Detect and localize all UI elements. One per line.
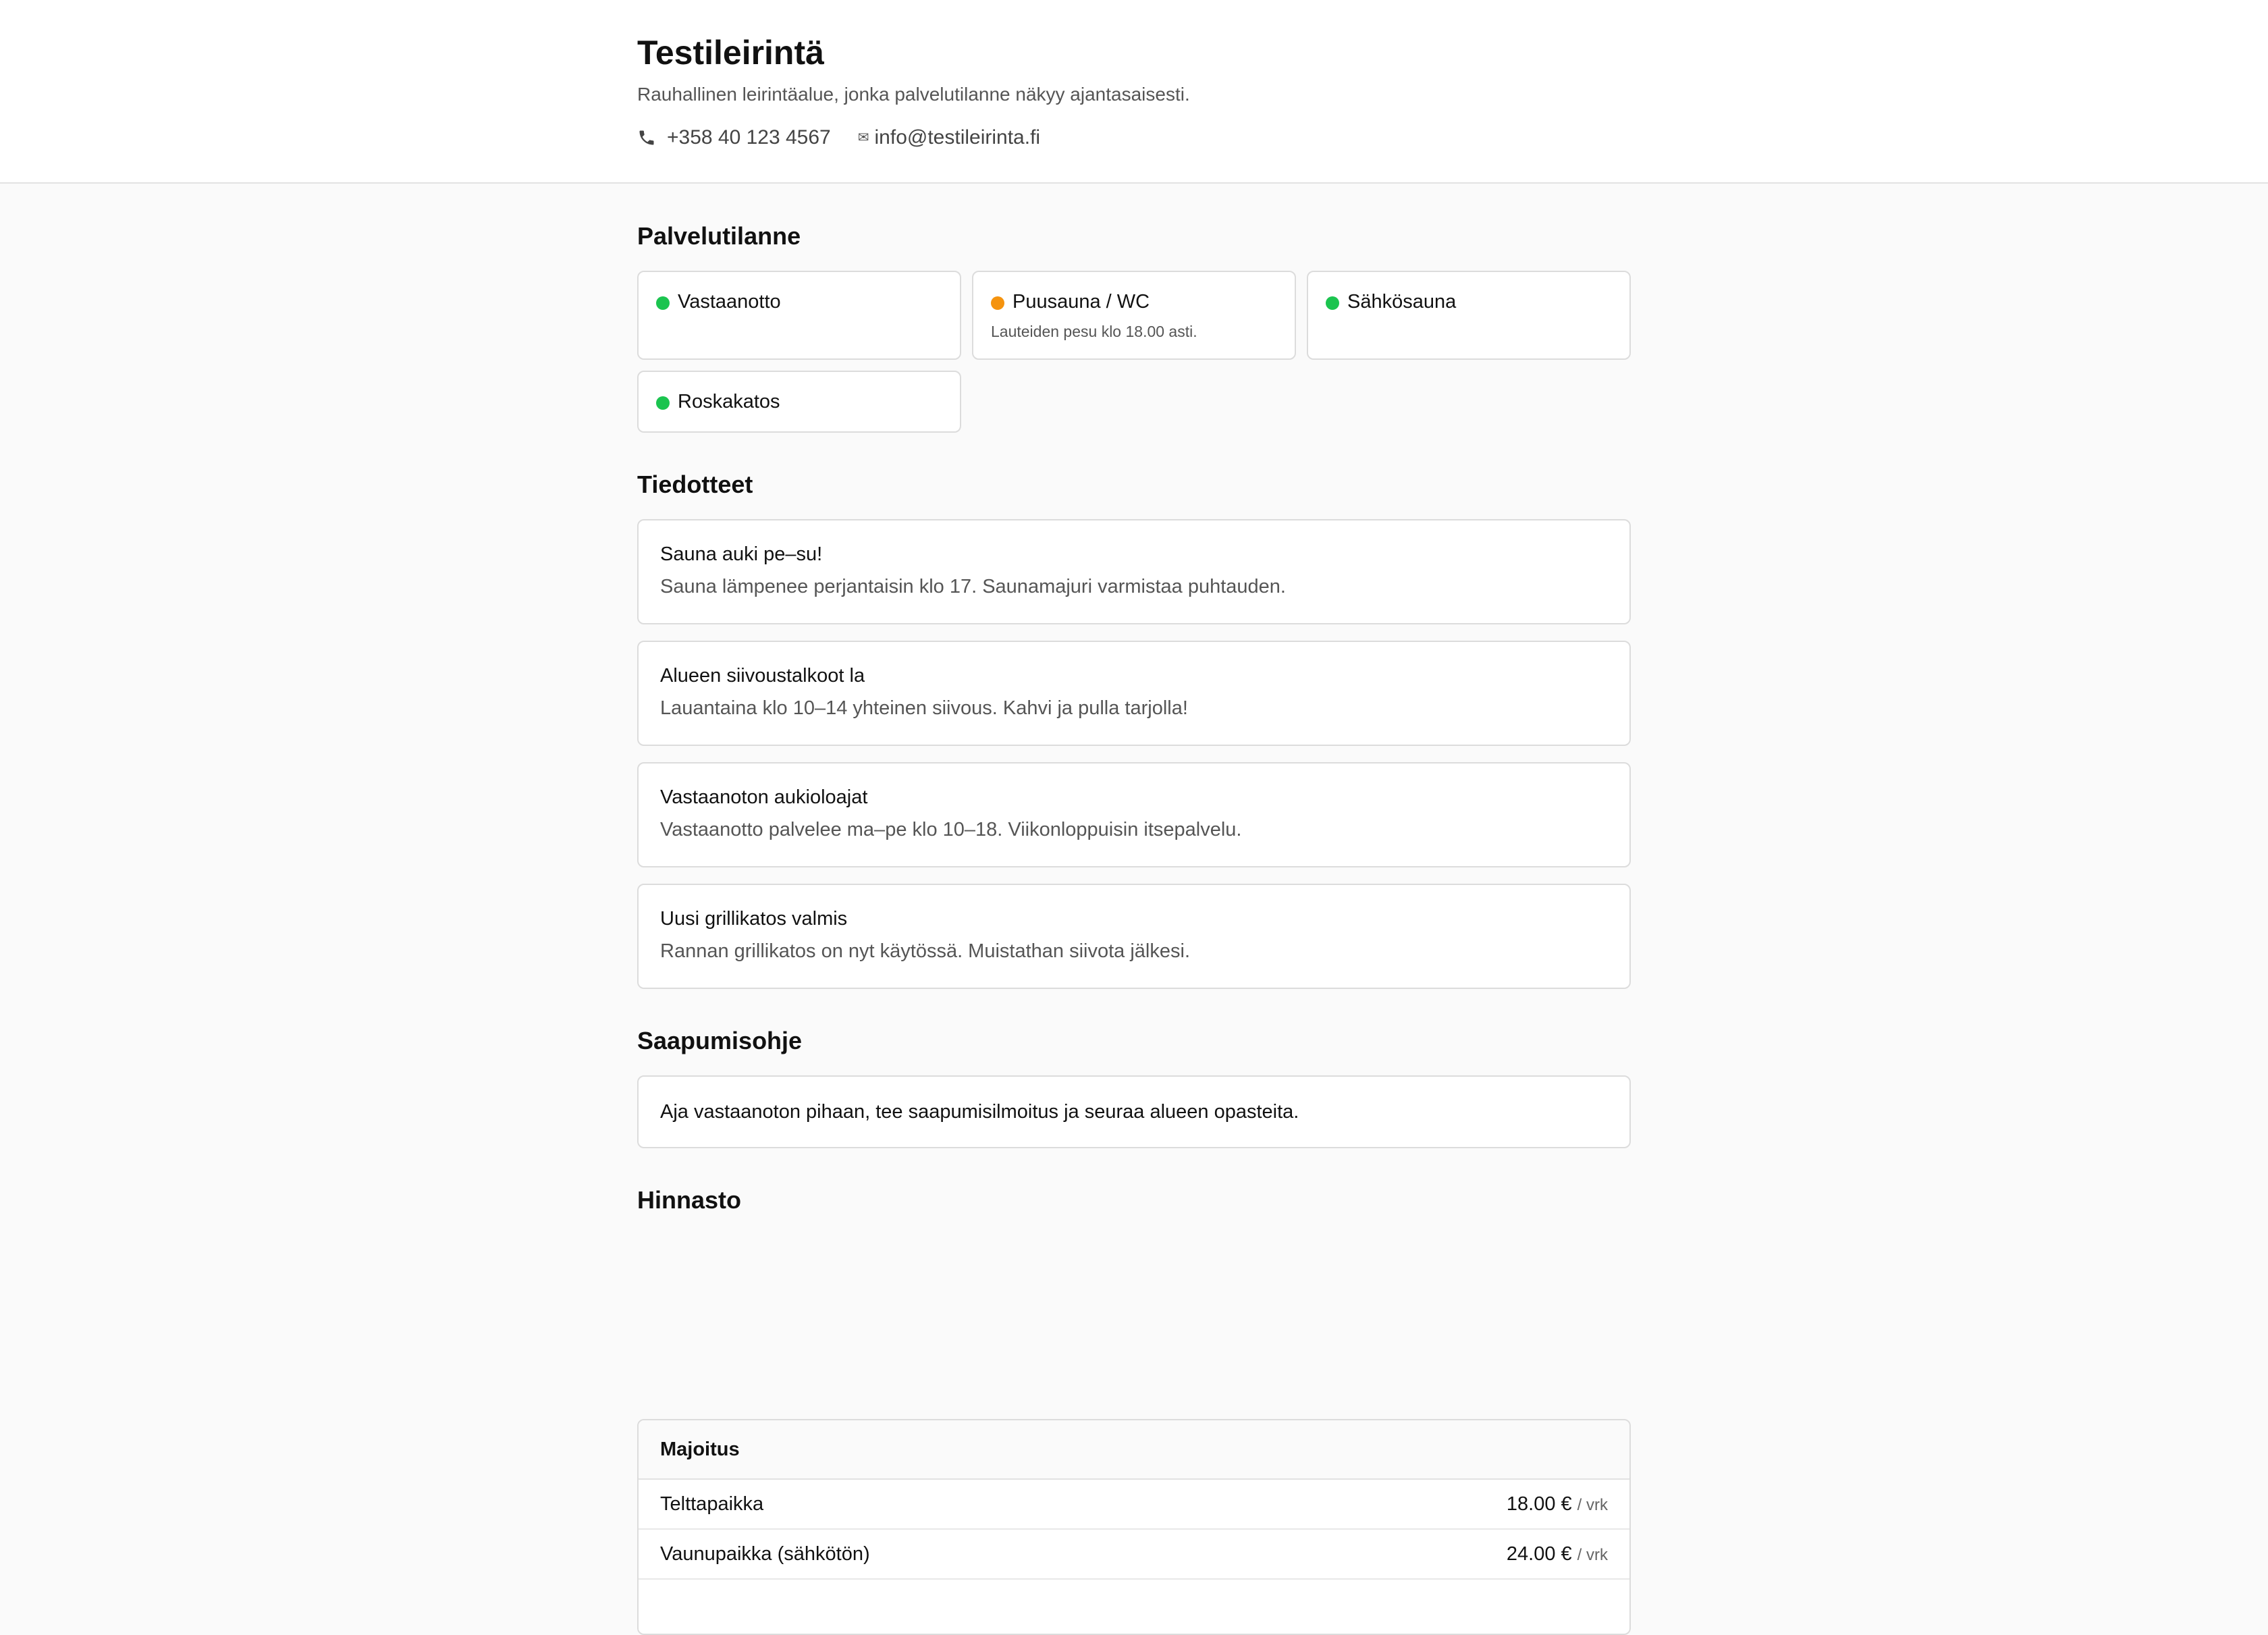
- status-dot-ok: [1326, 296, 1339, 310]
- status-name: Sähkösauna: [1347, 291, 1457, 313]
- notice-title: Alueen siivoustalkoot la: [660, 665, 865, 687]
- notices-heading: Tiedotteet: [637, 471, 753, 498]
- price-row: Vaunupaikka (sähkötön) 24.00 € / vrk: [639, 1530, 1629, 1580]
- price-value: 24.00 €: [1506, 1543, 1572, 1565]
- price-unit: / vrk: [1577, 1495, 1608, 1514]
- status-name: Puusauna / WC: [1013, 291, 1150, 313]
- notice-title: Sauna auki pe–su!: [660, 543, 823, 565]
- status-card-vastaanotto: Vastaanotto: [637, 271, 961, 360]
- arrival-text: Aja vastaanoton pihaan, tee saapumisilmo…: [660, 1101, 1299, 1123]
- status-dot-ok: [656, 396, 670, 410]
- status-name: Vastaanotto: [678, 291, 781, 313]
- status-dot-ok: [656, 296, 670, 310]
- site-title: Testileirintä: [637, 34, 824, 72]
- email-address: info@testileirinta.fi: [874, 126, 1041, 149]
- price-value: 18.00 €: [1506, 1493, 1572, 1515]
- status-card-sahkosauna: Sähkösauna: [1307, 271, 1631, 360]
- price-item-name: Telttapaikka: [660, 1493, 764, 1515]
- arrival-card: Aja vastaanoton pihaan, tee saapumisilmo…: [637, 1075, 1631, 1148]
- price-item-value-group: 24.00 € / vrk: [1507, 1543, 1608, 1565]
- pricing-heading: Hinnasto: [637, 1186, 742, 1214]
- email-link[interactable]: ✉ info@testileirinta.fi: [858, 124, 1040, 151]
- notice-text: Rannan grillikatos on nyt käytössä. Muis…: [660, 940, 1190, 962]
- status-note: Lauteiden pesu klo 18.00 asti.: [991, 323, 1197, 340]
- notice-card: Vastaanoton aukioloajat Vastaanotto palv…: [637, 762, 1631, 867]
- phone-link[interactable]: +358 40 123 4567: [637, 124, 831, 151]
- site-header: Testileirintä Rauhallinen leirintäalue, …: [0, 0, 2268, 184]
- notice-text: Sauna lämpenee perjantaisin klo 17. Saun…: [660, 576, 1286, 597]
- phone-number: +358 40 123 4567: [667, 126, 831, 149]
- price-item-value-group: 18.00 € / vrk: [1507, 1493, 1608, 1516]
- contact-info: +358 40 123 4567 ✉ info@testileirinta.fi: [637, 124, 1040, 151]
- price-category: Majoitus: [639, 1420, 1629, 1480]
- arrival-heading: Saapumisohje: [637, 1027, 803, 1054]
- status-name: Roskakatos: [678, 391, 780, 412]
- notice-text: Vastaanotto palvelee ma–pe klo 10–18. Vi…: [660, 819, 1242, 840]
- mail-icon: ✉: [857, 130, 869, 145]
- notice-card: Alueen siivoustalkoot la Lauantaina klo …: [637, 641, 1631, 746]
- notice-card: Sauna auki pe–su! Sauna lämpenee perjant…: [637, 519, 1631, 624]
- notice-card: Uusi grillikatos valmis Rannan grillikat…: [637, 884, 1631, 989]
- phone-icon: [639, 130, 654, 145]
- notice-text: Lauantaina klo 10–14 yhteinen siivous. K…: [660, 697, 1188, 719]
- price-unit: / vrk: [1577, 1545, 1608, 1564]
- price-row: Telttapaikka 18.00 € / vrk: [639, 1480, 1629, 1530]
- status-heading: Palvelutilanne: [637, 222, 801, 250]
- status-card-puusauna: Puusauna / WC Lauteiden pesu klo 18.00 a…: [972, 271, 1296, 360]
- site-subtitle: Rauhallinen leirintäalue, jonka palvelut…: [637, 84, 1190, 105]
- notice-title: Vastaanoton aukioloajat: [660, 786, 868, 808]
- status-dot-warning: [991, 296, 1004, 310]
- notice-title: Uusi grillikatos valmis: [660, 908, 848, 930]
- price-table: Majoitus Telttapaikka 18.00 € / vrk Vaunu…: [637, 1419, 1631, 1635]
- price-item-name: Vaunupaikka (sähkötön): [660, 1543, 870, 1565]
- status-card-roskakatos: Roskakatos: [637, 371, 961, 433]
